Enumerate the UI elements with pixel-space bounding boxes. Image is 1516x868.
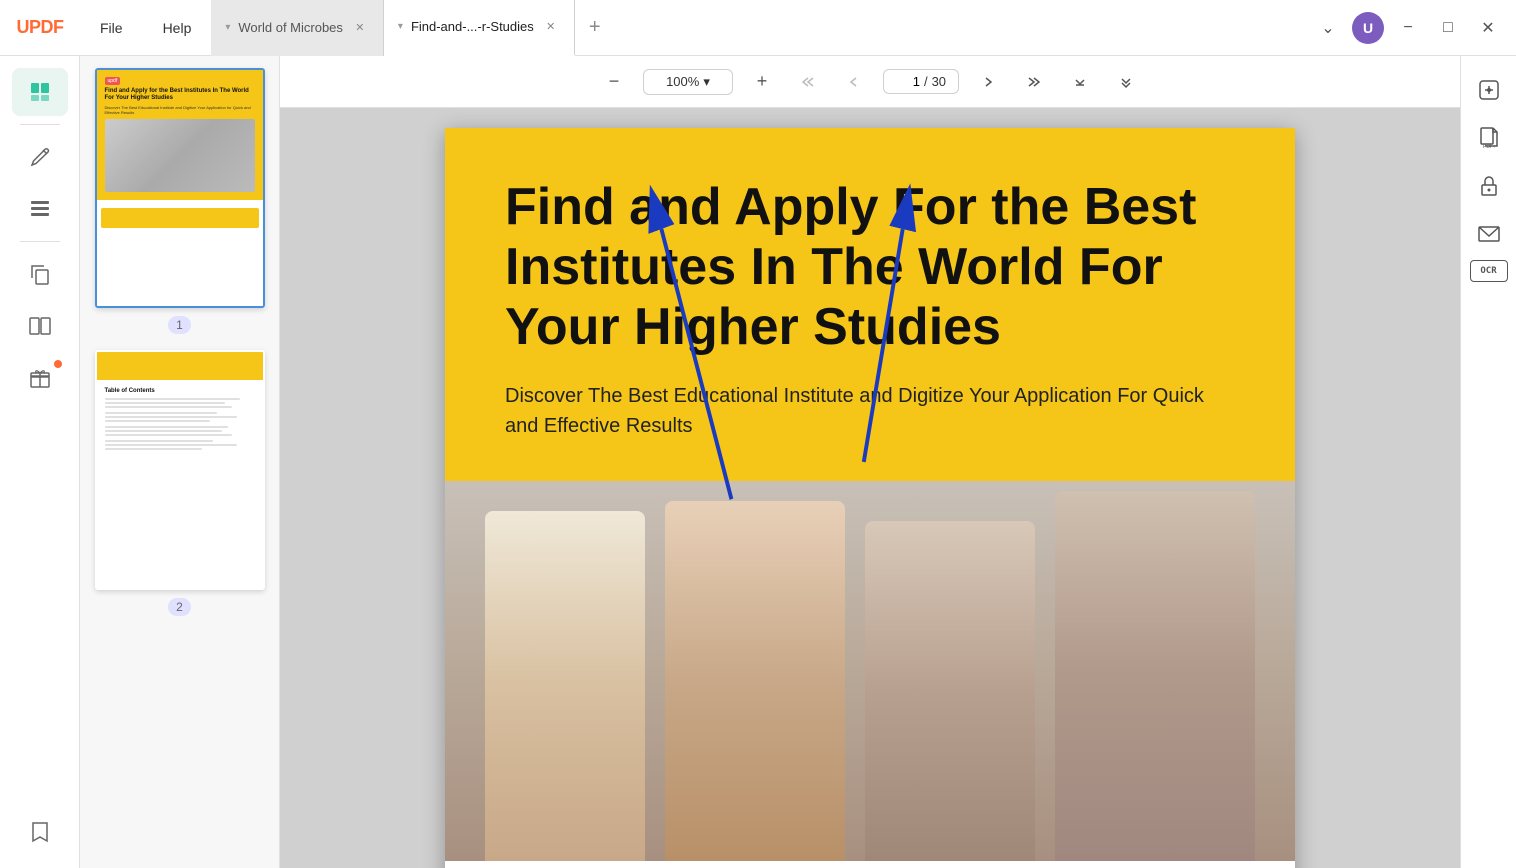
page-indicator: / 30 — [883, 69, 959, 94]
ocr-label: OCR — [1480, 266, 1496, 276]
tab2-label: Find-and-...-r-Studies — [411, 19, 534, 34]
thumb1-logo: updf — [105, 78, 255, 84]
right-icon-ocr[interactable]: OCR — [1470, 260, 1508, 282]
thumb2-top-yellow — [97, 352, 263, 380]
tab2-close-button[interactable]: ✕ — [542, 18, 560, 36]
people-group — [445, 481, 1295, 861]
tab1-dropdown-icon[interactable]: ▾ — [225, 22, 230, 33]
tab1-close-button[interactable]: ✕ — [351, 19, 369, 37]
pdf-viewer-area: − 100% ▾ + / 30 — [280, 56, 1460, 868]
menu-bar: File Help — [80, 0, 211, 56]
right-icon-pdf[interactable]: PDF↑ — [1467, 116, 1511, 160]
page-current-input[interactable] — [896, 74, 920, 89]
zoom-level-display[interactable]: 100% ▾ — [643, 69, 733, 95]
thumb1-bottom — [97, 200, 263, 306]
sidebar-divider-1 — [20, 124, 60, 125]
nav-prev-button[interactable] — [837, 65, 871, 99]
main-content: updf Find and Apply for the Best Institu… — [0, 56, 1516, 868]
left-sidebar — [0, 56, 80, 868]
thumb1-image — [105, 119, 255, 191]
tab-world-of-microbes[interactable]: ▾ World of Microbes ✕ — [211, 0, 384, 56]
tab-find-and-studies[interactable]: ▾ Find-and-...-r-Studies ✕ — [384, 0, 575, 56]
pdf-toolbar: − 100% ▾ + / 30 — [280, 56, 1460, 108]
tab1-label: World of Microbes — [238, 20, 343, 35]
user-avatar[interactable]: U — [1352, 12, 1384, 44]
sidebar-icon-organize[interactable] — [12, 185, 68, 233]
right-icon-email[interactable] — [1467, 212, 1511, 256]
person-3 — [865, 521, 1035, 861]
thumb-frame-2[interactable]: Table of Contents — [95, 350, 265, 590]
dropdown-arrow-button[interactable]: ⌄ — [1312, 12, 1344, 44]
close-button[interactable]: ✕ — [1472, 12, 1504, 44]
thumbnail-page-1[interactable]: updf Find and Apply for the Best Institu… — [88, 68, 271, 334]
person-2 — [665, 501, 845, 861]
window-controls: ⌄ U − □ ✕ — [1312, 12, 1516, 44]
logo-text: UPDF — [17, 17, 64, 38]
zoom-dropdown-icon: ▾ — [703, 74, 710, 90]
page-yellow-header: Find and Apply For the Best Institutes I… — [445, 128, 1295, 481]
add-tab-button[interactable]: + — [575, 0, 615, 56]
pdf-content-area[interactable]: Find and Apply For the Best Institutes I… — [280, 108, 1460, 868]
nav-first-button[interactable] — [791, 65, 825, 99]
sidebar-icon-gift[interactable] — [12, 354, 68, 402]
thumb-frame-1[interactable]: updf Find and Apply for the Best Institu… — [95, 68, 265, 308]
thumb1-yellow-bar — [101, 208, 259, 228]
thumb2-page-number: 2 — [168, 598, 191, 616]
page-main-title: Find and Apply For the Best Institutes I… — [505, 178, 1235, 357]
zoom-level-text: 100% — [666, 74, 699, 89]
gift-badge — [54, 360, 62, 368]
zoom-out-button[interactable]: − — [597, 65, 631, 99]
section-next-button[interactable] — [1063, 65, 1097, 99]
zoom-in-button[interactable]: + — [745, 65, 779, 99]
minimize-button[interactable]: − — [1392, 12, 1424, 44]
sidebar-icon-reader[interactable] — [12, 68, 68, 116]
menu-help[interactable]: Help — [143, 0, 212, 56]
right-icon-security[interactable] — [1467, 164, 1511, 208]
page-subtitle: Discover The Best Educational Institute … — [505, 381, 1235, 441]
app-logo[interactable]: UPDF — [0, 0, 80, 56]
sidebar-icon-compare[interactable] — [12, 302, 68, 350]
sidebar-divider-2 — [20, 241, 60, 242]
title-bar: UPDF File Help ▾ World of Microbes ✕ ▾ F… — [0, 0, 1516, 56]
page-image-area — [445, 481, 1295, 861]
right-icon-ai[interactable] — [1467, 68, 1511, 112]
pdf-page: Find and Apply For the Best Institutes I… — [445, 128, 1295, 868]
tabs-area: ▾ World of Microbes ✕ ▾ Find-and-...-r-S… — [211, 0, 1312, 56]
thumbnail-panel[interactable]: updf Find and Apply for the Best Institu… — [80, 56, 280, 868]
thumb1-page-number: 1 — [168, 316, 191, 334]
page-total: 30 — [932, 74, 946, 89]
tab2-dropdown-icon[interactable]: ▾ — [398, 21, 403, 32]
sidebar-icon-copy[interactable] — [12, 250, 68, 298]
right-sidebar: PDF↑ OCR — [1460, 56, 1516, 868]
thumb2-toc-title: Table of Contents — [105, 388, 255, 394]
maximize-button[interactable]: □ — [1432, 12, 1464, 44]
page-separator: / — [924, 74, 928, 89]
thumbnail-page-2[interactable]: Table of Contents 2 — [88, 350, 271, 616]
thumb1-sub: Discover The Best Educational Institute … — [105, 105, 255, 115]
section-last-button[interactable] — [1109, 65, 1143, 99]
sidebar-icon-annotate[interactable] — [12, 133, 68, 181]
menu-file[interactable]: File — [80, 0, 143, 56]
nav-last-button[interactable] — [1017, 65, 1051, 99]
person-4 — [1055, 491, 1255, 861]
thumb2-body: Table of Contents — [97, 380, 263, 588]
thumb1-title: Find and Apply for the Best Institutes I… — [105, 88, 255, 102]
nav-next-button[interactable] — [971, 65, 1005, 99]
sidebar-icon-bookmark[interactable] — [12, 808, 68, 856]
svg-text:PDF↑: PDF↑ — [1483, 144, 1496, 150]
person-1 — [485, 511, 645, 861]
